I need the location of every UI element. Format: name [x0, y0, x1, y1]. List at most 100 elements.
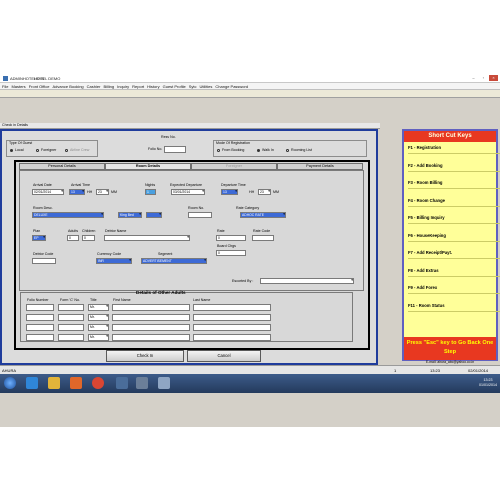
rate-field[interactable]: 0: [216, 235, 246, 241]
minimize-icon[interactable]: –: [469, 75, 478, 81]
col-folio-number: Folio Number: [27, 298, 49, 302]
shortcut-item[interactable]: F4 - Room Change: [408, 198, 445, 203]
escorted-by-field[interactable]: [260, 278, 354, 284]
plan-field[interactable]: EP: [32, 235, 46, 241]
tab-payment-details[interactable]: Payment Details: [277, 163, 363, 170]
menu-item-utilities[interactable]: Utilities: [200, 84, 213, 89]
title-select[interactable]: Mr.: [88, 314, 109, 321]
debtor-name-field[interactable]: [104, 235, 190, 241]
guest-local-radio[interactable]: [10, 149, 13, 152]
tab-room-details[interactable]: Room Details: [105, 163, 191, 170]
resv-no-label: Resv No.: [161, 135, 176, 139]
start-button-icon[interactable]: [4, 377, 16, 389]
arrival-date-field[interactable]: 02/01/2014: [32, 189, 64, 195]
title-select[interactable]: Mr.: [88, 324, 109, 331]
maximize-icon[interactable]: ▫: [479, 75, 488, 81]
departure-hh-field[interactable]: 13: [221, 189, 238, 195]
shortcut-item[interactable]: F2 - Add Booking: [408, 163, 443, 168]
menu-item-report[interactable]: Report: [132, 84, 144, 89]
segment-field[interactable]: ADVERTISEMENT: [141, 258, 207, 264]
rate-category-field[interactable]: ADHOC RATE: [240, 212, 286, 218]
form-c-no-input[interactable]: [58, 324, 84, 331]
shortcut-item[interactable]: F8 - Add Extras: [408, 268, 439, 273]
guest-foreigner-label: Foreigner: [41, 148, 57, 152]
first-name-input[interactable]: [112, 314, 190, 321]
menu-item-sytc[interactable]: Sytc: [189, 84, 197, 89]
folio-number-input[interactable]: [26, 334, 54, 341]
system-clock[interactable]: 13:23 01/01/2014: [479, 378, 497, 388]
form-c-no-input[interactable]: [58, 304, 84, 311]
title-select[interactable]: Mr.: [88, 334, 109, 341]
check-in-button[interactable]: Check In: [106, 350, 184, 362]
window-tab-title[interactable]: HOTEL DEMO: [34, 76, 60, 81]
arrival-mm-field[interactable]: 23: [96, 189, 109, 195]
shortcut-item[interactable]: F3 - Room Billing: [408, 180, 442, 185]
bed-type-extra-field[interactable]: [146, 212, 162, 218]
expected-departure-field[interactable]: 03/01/2014: [171, 189, 205, 195]
resv-no-field[interactable]: [161, 140, 189, 144]
menu-item-file[interactable]: File: [2, 84, 8, 89]
debtor-code-label: Debtor Code: [33, 252, 54, 256]
shortcut-item[interactable]: F7 - Add Receipt/Payt.: [408, 250, 452, 255]
menu-item-billing[interactable]: Billing: [103, 84, 114, 89]
menu-item-change-password[interactable]: Change Password: [215, 84, 248, 89]
menu-item-guest-profile[interactable]: Guest Profile: [163, 84, 186, 89]
tab-foreigner[interactable]: Foreigner: [191, 163, 277, 170]
terminal-icon[interactable]: [136, 377, 148, 389]
currency-code-field[interactable]: INR: [96, 258, 132, 264]
last-name-input[interactable]: [193, 334, 271, 341]
arrival-hh-field[interactable]: 13: [69, 189, 85, 195]
board-chgs-field[interactable]: 0: [216, 250, 246, 256]
adults-field[interactable]: 0: [67, 235, 79, 241]
folio-number-input[interactable]: [26, 304, 54, 311]
folio-number-input[interactable]: [26, 324, 54, 331]
tools-icon[interactable]: [116, 377, 128, 389]
menu-item-front-office[interactable]: Front Office: [29, 84, 50, 89]
guest-foreigner-radio[interactable]: [36, 149, 39, 152]
children-field[interactable]: 0: [82, 235, 95, 241]
rooming-list-radio[interactable]: [286, 149, 289, 152]
nights-field[interactable]: 1: [145, 189, 156, 195]
shortcut-item[interactable]: F1 - Registration: [408, 145, 441, 150]
title-select[interactable]: Mr.: [88, 304, 109, 311]
status-time: 13:23: [430, 368, 441, 373]
folio-no-field[interactable]: [164, 146, 186, 153]
folder-icon[interactable]: [48, 377, 60, 389]
shortcut-item[interactable]: F5 - Billing Inquiry: [408, 215, 445, 220]
app-window-icon[interactable]: [158, 377, 170, 389]
debtor-code-field[interactable]: [32, 258, 56, 264]
room-no-field[interactable]: [188, 212, 212, 218]
menu-item-masters[interactable]: Masters: [11, 84, 25, 89]
chrome-icon[interactable]: [92, 377, 104, 389]
internet-explorer-icon[interactable]: [26, 377, 38, 389]
from-booking-radio[interactable]: [217, 149, 220, 152]
tab-personal-details[interactable]: Personal Details: [19, 163, 105, 170]
bed-type-field[interactable]: King Bed: [118, 212, 142, 218]
plan-label: Plan: [33, 229, 41, 233]
menu-item-cashier[interactable]: Cashier: [87, 84, 101, 89]
departure-mm-field[interactable]: 23: [258, 189, 271, 195]
first-name-input[interactable]: [112, 334, 190, 341]
last-name-input[interactable]: [193, 314, 271, 321]
shortcut-item[interactable]: F9 - Add Forex: [408, 285, 437, 290]
menu-item-history[interactable]: History: [147, 84, 159, 89]
walk-in-radio[interactable]: [257, 149, 260, 152]
cancel-button[interactable]: Cancel: [187, 350, 261, 362]
rate-code-field[interactable]: [252, 235, 274, 241]
close-icon[interactable]: ×: [489, 75, 498, 81]
folio-number-input[interactable]: [26, 314, 54, 321]
shortcut-keys-title: Short Cut Keys: [404, 131, 496, 142]
last-name-input[interactable]: [193, 304, 271, 311]
media-player-icon[interactable]: [70, 377, 82, 389]
guest-airline-radio[interactable]: [65, 149, 68, 152]
first-name-input[interactable]: [112, 324, 190, 331]
shortcut-item[interactable]: F11 - Room Status: [408, 303, 445, 308]
form-c-no-input[interactable]: [58, 314, 84, 321]
menu-item-inquiry[interactable]: Inquiry: [117, 84, 129, 89]
last-name-input[interactable]: [193, 324, 271, 331]
form-c-no-input[interactable]: [58, 334, 84, 341]
first-name-input[interactable]: [112, 304, 190, 311]
room-desc-field[interactable]: DELUXE: [32, 212, 104, 218]
menu-item-advance-booking[interactable]: Advance Booking: [53, 84, 84, 89]
shortcut-item[interactable]: F6 - HouseKeeping: [408, 233, 446, 238]
